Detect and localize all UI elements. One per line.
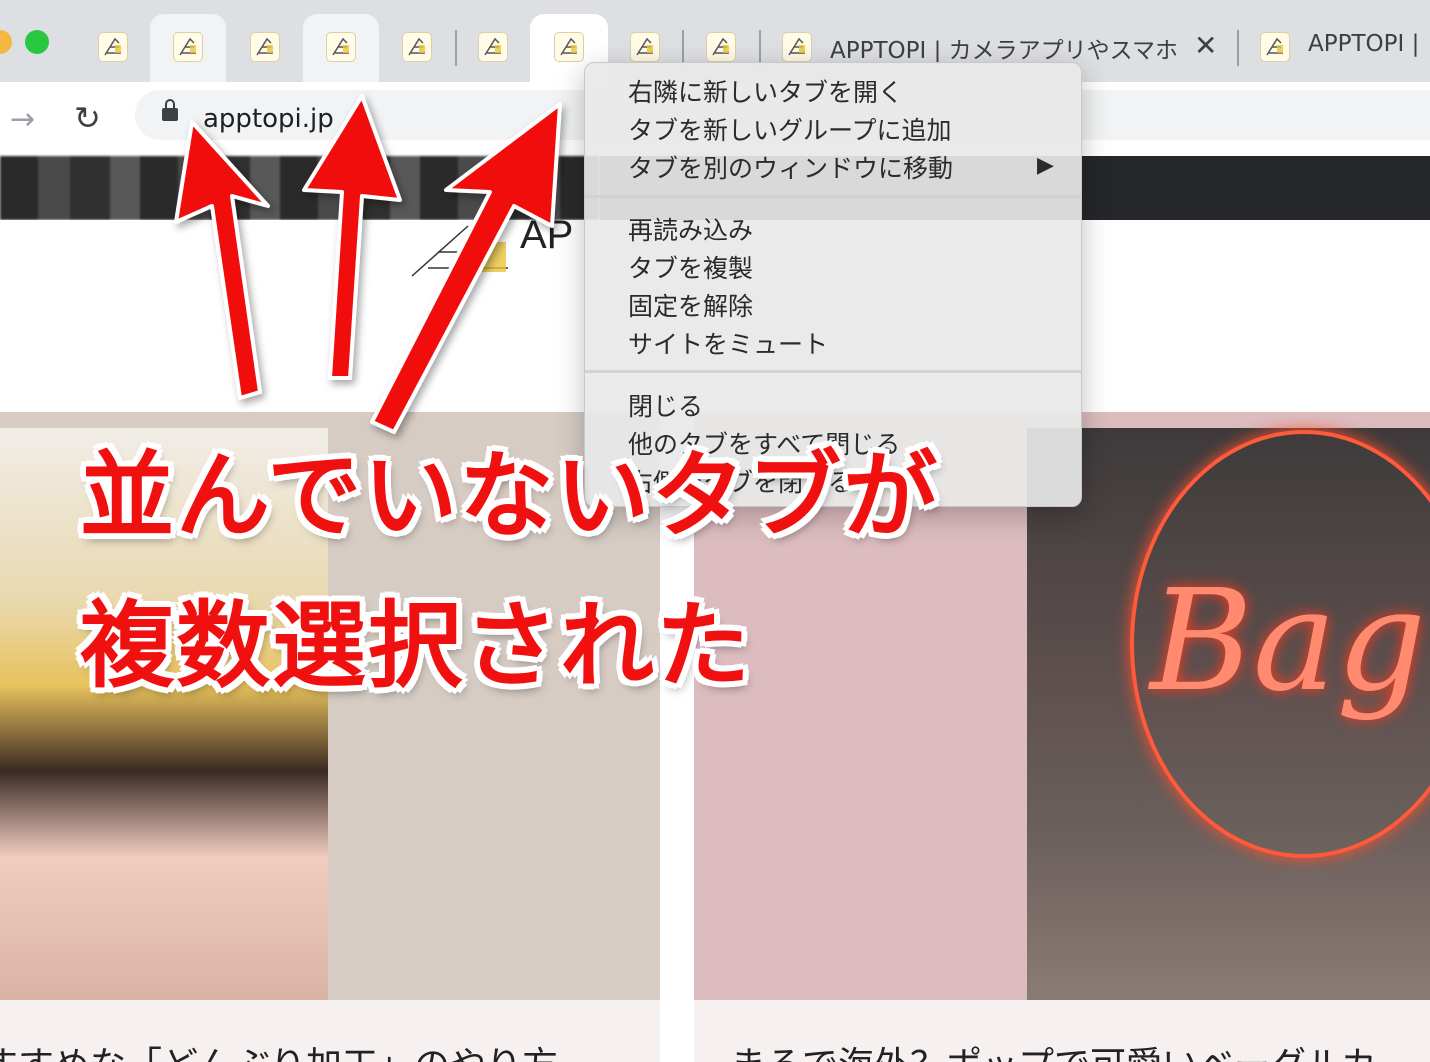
annotation-text-line2: 複数選択された [80, 592, 753, 701]
annotation-arrow-middle [302, 94, 402, 380]
annotation-arrow-left [174, 120, 270, 400]
annotation-text-line1: 並んでいないタブが [80, 442, 940, 551]
annotation-arrow-right [370, 102, 562, 434]
